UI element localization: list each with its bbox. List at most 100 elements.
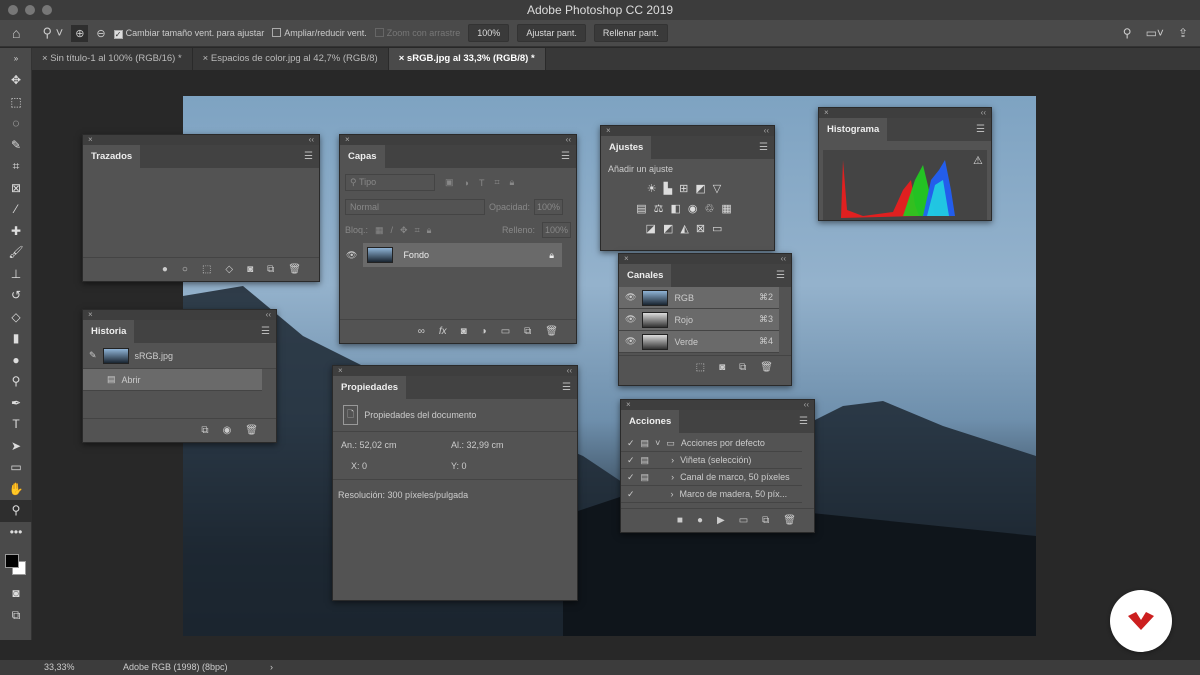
vibrance-icon[interactable]: ▽ bbox=[713, 183, 728, 195]
zoom-tool-preset-icon[interactable]: ⚲ ˅ bbox=[42, 25, 63, 41]
workspace-icon[interactable]: ▭˅ bbox=[1146, 26, 1164, 40]
filter-type-icon[interactable]: T bbox=[479, 178, 485, 188]
exposure-icon[interactable]: ◩ bbox=[695, 183, 712, 195]
fill-screen-button[interactable]: Rellenar pant. bbox=[593, 24, 668, 42]
load-selection-icon[interactable]: ⬚ bbox=[202, 264, 211, 275]
group-folder-icon[interactable]: ▭ bbox=[501, 326, 510, 337]
properties-tab[interactable]: Propiedades bbox=[333, 376, 407, 399]
dodge-tool-icon[interactable]: ⚲ bbox=[0, 371, 32, 393]
new-layer-icon[interactable]: ⧉ bbox=[524, 326, 531, 337]
collapse-panel-icon[interactable]: ‹‹ bbox=[981, 108, 986, 118]
color-balance-icon[interactable]: ⚖ bbox=[654, 203, 671, 215]
channel-row-rgb[interactable]: 👁 RGB ⌘2 bbox=[619, 287, 779, 309]
action-item[interactable]: ✓ › Marco de madera, 50 píx... bbox=[621, 486, 802, 503]
close-window-button[interactable] bbox=[8, 5, 18, 15]
warning-icon[interactable]: ⚠ bbox=[973, 155, 983, 167]
new-document-from-state-icon[interactable]: ⧉ bbox=[201, 425, 208, 436]
home-icon[interactable]: ⌂ bbox=[12, 25, 20, 41]
histogram-tab[interactable]: Histograma bbox=[819, 118, 888, 141]
fit-screen-button[interactable]: Ajustar pant. bbox=[517, 24, 586, 42]
brush-tool-icon[interactable]: 🖌 bbox=[0, 242, 32, 264]
blur-tool-icon[interactable]: ● bbox=[0, 350, 32, 372]
lock-brush-icon[interactable]: / bbox=[391, 225, 394, 235]
panel-menu-icon[interactable]: ☰ bbox=[970, 118, 991, 141]
panel-menu-icon[interactable]: ☰ bbox=[770, 264, 791, 287]
trash-icon[interactable]: 🗑 bbox=[245, 425, 258, 436]
filter-pixel-icon[interactable]: ▣ bbox=[445, 177, 454, 188]
posterize-icon[interactable]: ◩ bbox=[663, 223, 680, 235]
hue-sat-icon[interactable]: ▤ bbox=[636, 203, 653, 215]
stamp-tool-icon[interactable]: ⊥ bbox=[0, 264, 32, 286]
panel-menu-icon[interactable]: ☰ bbox=[298, 145, 319, 168]
lock-position-icon[interactable]: ✥ bbox=[400, 225, 408, 236]
maximize-window-button[interactable] bbox=[42, 5, 52, 15]
hand-tool-icon[interactable]: ✋ bbox=[0, 479, 32, 501]
panel-menu-icon[interactable]: ☰ bbox=[555, 145, 576, 168]
color-swatches[interactable] bbox=[0, 543, 32, 583]
frame-tool-icon[interactable]: ⊠ bbox=[0, 178, 32, 200]
move-tool-icon[interactable]: ✥ bbox=[0, 70, 32, 92]
history-snapshot[interactable]: ✎ sRGB.jpg bbox=[83, 343, 276, 369]
invert-icon[interactable]: ◪ bbox=[646, 223, 663, 235]
close-panel-icon[interactable]: × bbox=[345, 135, 350, 145]
eye-icon[interactable]: 👁 bbox=[625, 292, 636, 303]
collapse-panel-icon[interactable]: ‹‹ bbox=[567, 366, 572, 376]
play-icon[interactable]: ▶ bbox=[717, 515, 725, 526]
curves-icon[interactable]: ⊞ bbox=[679, 183, 695, 195]
panel-menu-icon[interactable]: ☰ bbox=[255, 320, 276, 343]
healing-tool-icon[interactable]: ✚ bbox=[0, 221, 32, 243]
zoom-in-icon[interactable]: ⊕ bbox=[71, 24, 89, 42]
close-panel-icon[interactable]: × bbox=[338, 366, 343, 376]
folder-icon[interactable]: ▭ bbox=[739, 515, 748, 526]
width-value[interactable]: An.: 52,02 cm bbox=[341, 440, 451, 450]
action-item[interactable]: ✓ ▤ › Canal de marco, 50 píxeles bbox=[621, 469, 802, 486]
trash-icon[interactable]: 🗑 bbox=[288, 264, 301, 275]
camera-icon[interactable]: ◉ bbox=[223, 425, 232, 436]
collapse-panel-icon[interactable]: ‹‹ bbox=[804, 400, 809, 410]
tab-sin-titulo[interactable]: × Sin título-1 al 100% (RGB/16) * bbox=[32, 48, 193, 70]
record-icon[interactable]: ● bbox=[697, 515, 703, 526]
resize-windows-checkbox[interactable]: ✓ Cambiar tamaño vent. para ajustar bbox=[113, 28, 264, 39]
lock-pixels-icon[interactable]: ▦ bbox=[375, 225, 384, 236]
marquee-tool-icon[interactable]: ⬚ bbox=[0, 92, 32, 114]
opacity-input[interactable]: 100% bbox=[534, 199, 564, 215]
trash-icon[interactable]: 🗑 bbox=[760, 362, 773, 373]
chevron-right-icon[interactable]: › bbox=[270, 660, 273, 675]
lock-artboard-icon[interactable]: ⌗ bbox=[415, 225, 420, 236]
path-select-tool-icon[interactable]: ➤ bbox=[0, 436, 32, 458]
layer-row[interactable]: 👁 Fondo 🔒︎ bbox=[340, 243, 576, 267]
layer-filter-select[interactable]: ⚲ Tipo bbox=[345, 174, 435, 191]
action-set[interactable]: ✓ ▤ ˅ ▭ Acciones por defecto bbox=[621, 435, 802, 452]
close-panel-icon[interactable]: × bbox=[88, 135, 93, 145]
levels-icon[interactable]: ▙ bbox=[664, 183, 679, 195]
screen-mode-icon[interactable]: ⧉ bbox=[0, 605, 32, 627]
scrubby-zoom-checkbox[interactable]: Zoom con arrastre bbox=[374, 28, 460, 38]
eye-icon[interactable]: 👁 bbox=[625, 314, 636, 325]
dialog-icon[interactable]: ▤ bbox=[641, 455, 650, 466]
history-brush-icon[interactable]: ↺ bbox=[0, 285, 32, 307]
dialog-icon[interactable]: ▤ bbox=[641, 438, 650, 449]
threshold-icon[interactable]: ◭ bbox=[680, 223, 695, 235]
search-icon[interactable]: ⚲ bbox=[1123, 26, 1132, 40]
eye-icon[interactable]: 👁 bbox=[625, 336, 636, 347]
x-value[interactable]: X: 0 bbox=[341, 461, 451, 471]
zoom-level[interactable]: 33,33% bbox=[44, 660, 75, 675]
actions-tab[interactable]: Acciones bbox=[621, 410, 680, 433]
link-icon[interactable]: ∞ bbox=[418, 326, 425, 337]
lock-all-icon[interactable]: 🔒︎ bbox=[427, 225, 432, 236]
stroke-path-icon[interactable]: ○ bbox=[182, 264, 188, 275]
zoom-100-button[interactable]: 100% bbox=[468, 24, 510, 42]
check-icon[interactable]: ✓ bbox=[627, 438, 635, 449]
save-selection-icon[interactable]: ◙ bbox=[719, 362, 725, 373]
brightness-icon[interactable]: ☀ bbox=[647, 183, 664, 195]
make-work-path-icon[interactable]: ◇ bbox=[225, 264, 233, 275]
filter-adjust-icon[interactable]: ◑ bbox=[464, 178, 469, 188]
eraser-tool-icon[interactable]: ◇ bbox=[0, 307, 32, 329]
check-icon[interactable]: ✓ bbox=[627, 472, 635, 483]
check-icon[interactable]: ✓ bbox=[627, 489, 635, 500]
tab-srgb[interactable]: × sRGB.jpg al 33,3% (RGB/8) * bbox=[388, 48, 546, 70]
gradient-tool-icon[interactable]: ▮ bbox=[0, 328, 32, 350]
check-icon[interactable]: ✓ bbox=[627, 455, 635, 466]
rectangle-tool-icon[interactable]: ▭ bbox=[0, 457, 32, 479]
history-tab[interactable]: Historia bbox=[83, 320, 135, 343]
